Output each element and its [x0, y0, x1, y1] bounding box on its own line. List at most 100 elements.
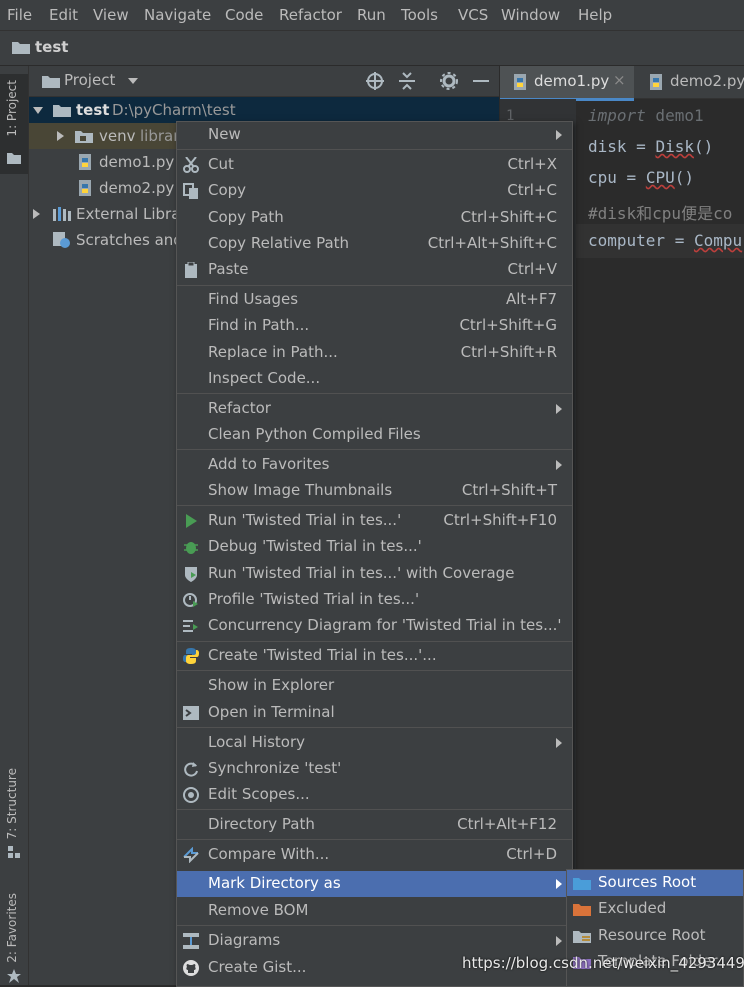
folder-icon [75, 131, 93, 143]
expand-arrow-icon[interactable] [33, 107, 43, 114]
submenu-item-resource-root[interactable]: Resource Root [567, 923, 743, 949]
menu-item-paste[interactable]: Paste Ctrl+V [177, 257, 572, 283]
menu-item-open-in-terminal[interactable]: Open in Terminal [177, 700, 572, 726]
project-panel-header: Project [29, 66, 499, 97]
tab-demo1[interactable]: demo1.py × [500, 66, 634, 101]
python-file-icon [79, 154, 91, 170]
tree-item-label: demo1.py [99, 153, 175, 171]
compare-icon [183, 847, 199, 863]
tab-favorites-tool-window[interactable]: 2: Favorites [0, 889, 28, 985]
code-line[interactable]: cpu = CPU() [588, 168, 694, 187]
code-line[interactable]: computer = Compu [588, 231, 742, 250]
collapse-arrow-icon[interactable] [33, 209, 40, 219]
diagram-icon [183, 933, 199, 949]
menu-item-find-in-path[interactable]: Find in Path... Ctrl+Shift+G [177, 313, 572, 339]
context-menu: New Cut Ctrl+X Copy Ctrl+C Copy Path Ctrl+S… [176, 121, 573, 987]
menu-navigate[interactable]: Navigate [144, 6, 211, 24]
python-file-icon [514, 74, 526, 90]
tab-demo2[interactable]: demo2.py [640, 66, 744, 98]
menu-item-run[interactable]: Run 'Twisted Trial in tes...' Ctrl+Shift+… [177, 508, 572, 534]
menu-item-synchronize[interactable]: Synchronize 'test' [177, 756, 572, 782]
project-view-title[interactable]: Project [64, 71, 115, 89]
chevron-down-icon[interactable] [128, 78, 138, 84]
submenu-arrow-icon [556, 404, 562, 414]
menu-item-inspect-code[interactable]: Inspect Code... [177, 366, 572, 392]
collapse-all-icon[interactable] [399, 72, 415, 90]
menu-item-mark-directory-as[interactable]: Mark Directory as [177, 871, 572, 897]
menu-separator [177, 727, 572, 728]
menu-item-debug[interactable]: Debug 'Twisted Trial in tes...' [177, 534, 572, 560]
github-icon [183, 960, 199, 976]
menu-run[interactable]: Run [357, 6, 386, 24]
menu-item-local-history[interactable]: Local History [177, 730, 572, 756]
copy-icon [183, 183, 198, 199]
menu-item-copy-path[interactable]: Copy Path Ctrl+Shift+C [177, 205, 572, 231]
tree-item-label: Scratches and [76, 231, 183, 249]
refresh-icon [184, 762, 198, 777]
close-icon[interactable]: × [613, 71, 626, 89]
menu-item-directory-path[interactable]: Directory Path Ctrl+Alt+F12 [177, 812, 572, 838]
menu-help[interactable]: Help [578, 6, 612, 24]
submenu-arrow-icon [556, 460, 562, 470]
watermark-text: https://blog.csdn.net/weixin_42934493 [462, 954, 744, 972]
menu-item-compare-with[interactable]: Compare With... Ctrl+D [177, 842, 572, 868]
profiler-icon [183, 593, 198, 607]
code-comment[interactable]: #disk和cpu便是co [588, 200, 732, 224]
menu-item-replace-in-path[interactable]: Replace in Path... Ctrl+Shift+R [177, 340, 572, 366]
menu-file[interactable]: File [7, 6, 32, 24]
menu-item-find-usages[interactable]: Find Usages Alt+F7 [177, 287, 572, 313]
menu-item-create-configuration[interactable]: Create 'Twisted Trial in tes...'... [177, 643, 572, 669]
menu-item-show-in-explorer[interactable]: Show in Explorer [177, 673, 572, 699]
code-line[interactable]: import demo1 [588, 106, 704, 125]
menu-item-copy[interactable]: Copy Ctrl+C [177, 178, 572, 204]
code-line[interactable]: disk = Disk() [588, 137, 713, 156]
menu-separator [177, 449, 572, 450]
menu-item-clean-compiled[interactable]: Clean Python Compiled Files [177, 422, 572, 448]
menu-item-show-image-thumbnails[interactable]: Show Image Thumbnails Ctrl+Shift+T [177, 478, 572, 504]
menu-item-edit-scopes[interactable]: Edit Scopes... [177, 782, 572, 808]
menu-tools[interactable]: Tools [401, 6, 438, 24]
menu-window[interactable]: Window [501, 6, 560, 24]
menu-refactor[interactable]: Refactor [279, 6, 342, 24]
breadcrumb-folder[interactable]: test [35, 38, 68, 56]
menu-item-concurrency-diagram[interactable]: Concurrency Diagram for 'Twisted Trial i… [177, 613, 572, 639]
tab-label: demo1.py [534, 72, 610, 90]
navigation-bar: test [0, 30, 744, 66]
locate-icon[interactable] [366, 72, 384, 90]
tool-window-project-label: 1: Project [5, 80, 19, 137]
menu-item-run-with-coverage[interactable]: Run 'Twisted Trial in tes...' with Cover… [177, 561, 572, 587]
menu-item-refactor[interactable]: Refactor [177, 396, 572, 422]
menu-separator [177, 641, 572, 642]
menu-separator [177, 505, 572, 506]
python-file-icon [650, 74, 662, 90]
structure-icon [8, 846, 20, 858]
menu-item-diagrams[interactable]: Diagrams [177, 928, 572, 954]
menu-item-profile[interactable]: Profile 'Twisted Trial in tes...' [177, 587, 572, 613]
clipboard-icon [185, 262, 197, 278]
menu-separator [177, 925, 572, 926]
submenu-item-sources-root[interactable]: Sources Root [567, 870, 743, 896]
tool-window-favorites-label: 2: Favorites [5, 893, 19, 963]
tree-item-label: test [76, 101, 110, 119]
collapse-arrow-icon[interactable] [57, 131, 64, 141]
menu-item-add-to-favorites[interactable]: Add to Favorites [177, 452, 572, 478]
submenu-arrow-icon [556, 130, 562, 140]
tab-structure-tool-window[interactable]: 7: Structure [0, 764, 28, 864]
resource-folder-icon [573, 931, 591, 943]
minimize-icon[interactable] [473, 80, 489, 82]
menu-view[interactable]: View [93, 6, 129, 24]
menu-code[interactable]: Code [225, 6, 263, 24]
menu-edit[interactable]: Edit [49, 6, 78, 24]
gear-icon[interactable] [440, 72, 458, 90]
menu-item-cut[interactable]: Cut Ctrl+X [177, 152, 572, 178]
menu-separator [177, 839, 572, 840]
submenu-item-excluded[interactable]: Excluded [567, 896, 743, 922]
tree-item-test[interactable]: test D:\pyCharm\test [29, 97, 499, 123]
menu-item-copy-relative-path[interactable]: Copy Relative Path Ctrl+Alt+Shift+C [177, 231, 572, 257]
tab-label: demo2.py [670, 72, 744, 90]
tab-project-tool-window[interactable]: 1: Project [0, 74, 28, 174]
menu-vcs[interactable]: VCS [458, 6, 488, 24]
menu-item-new[interactable]: New [177, 122, 572, 148]
menu-item-remove-bom[interactable]: Remove BOM [177, 898, 572, 924]
menu-separator [177, 809, 572, 810]
